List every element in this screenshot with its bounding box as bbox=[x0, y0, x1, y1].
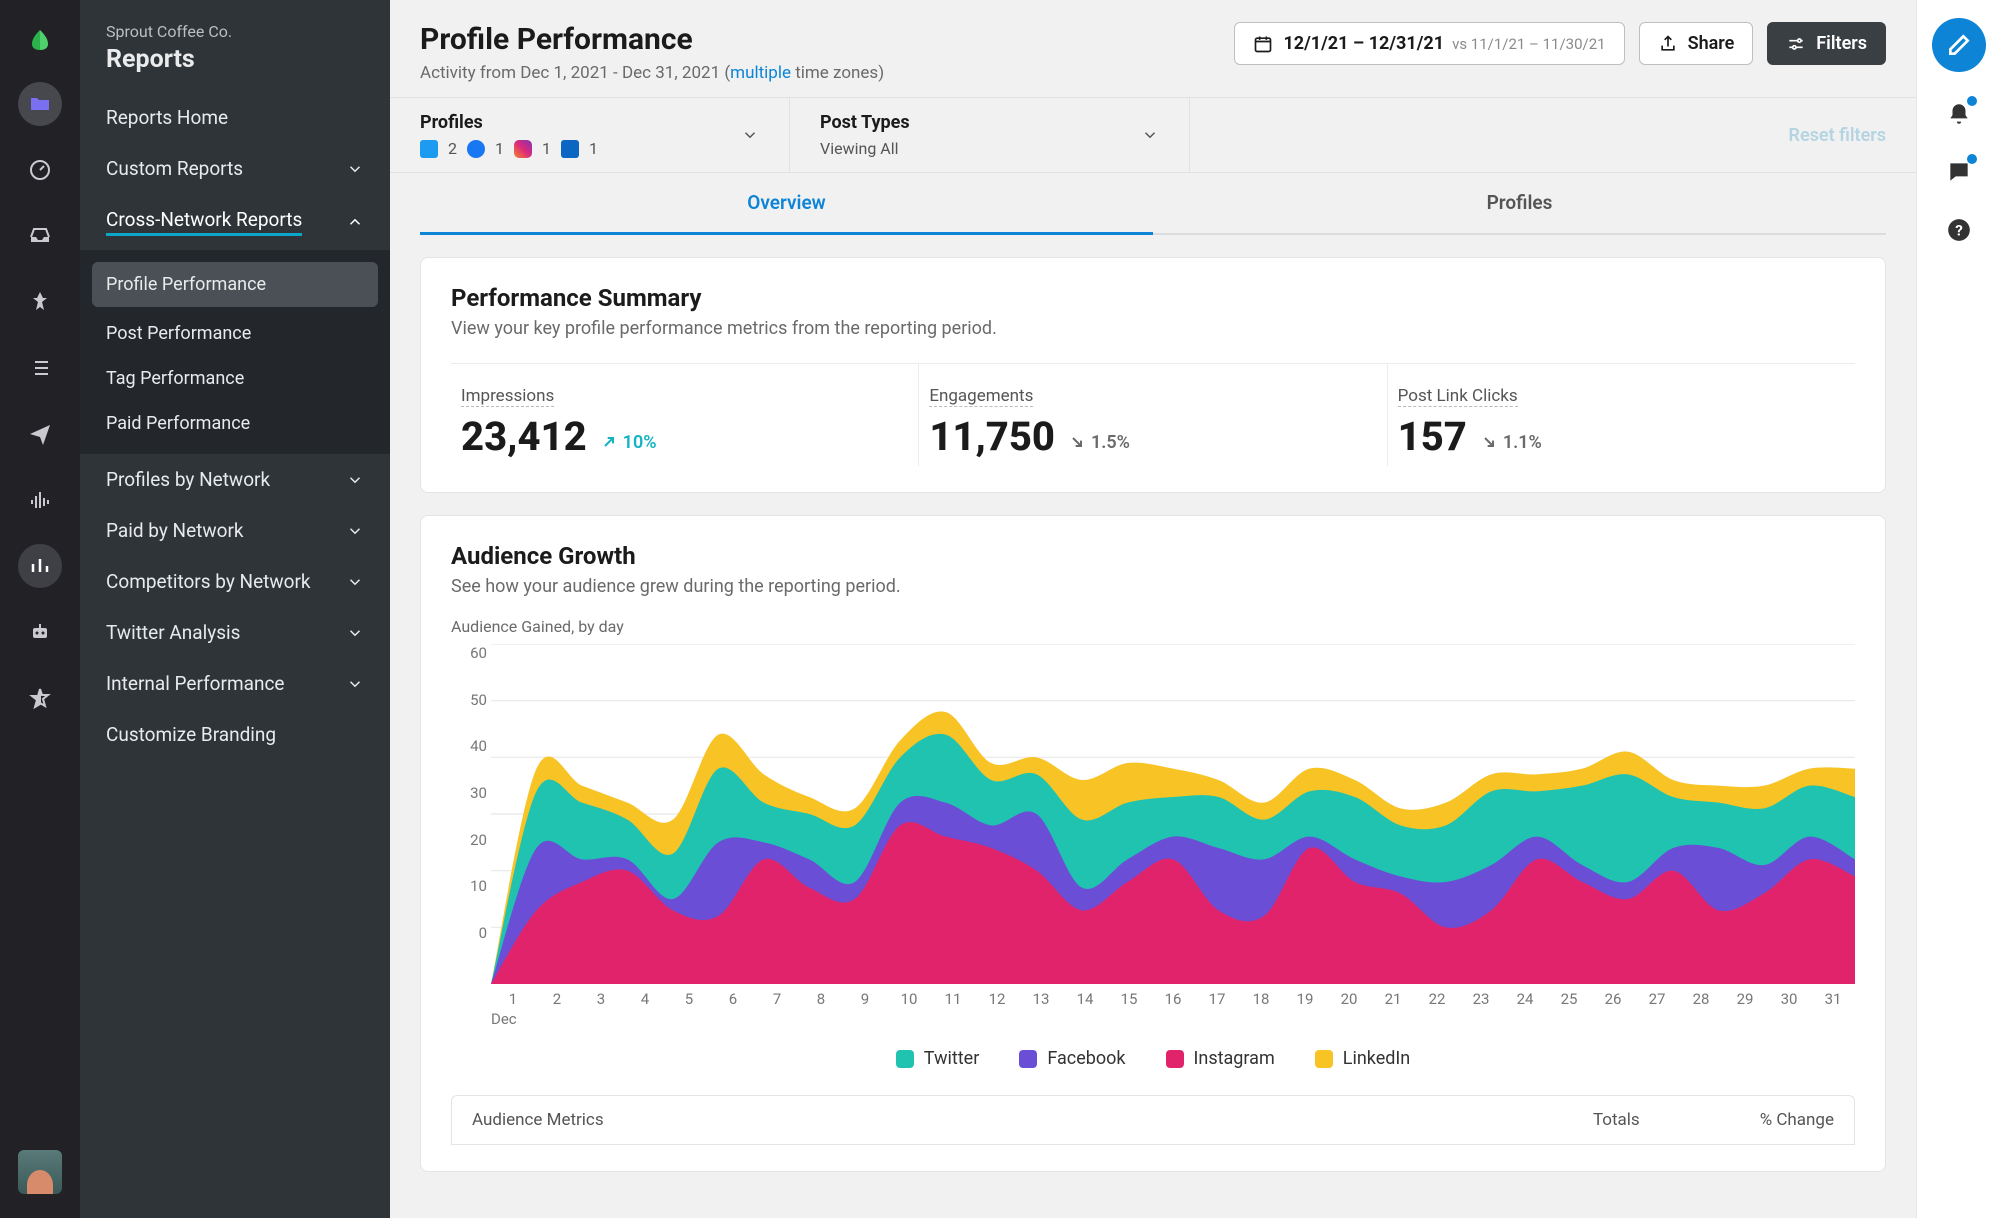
send-icon[interactable] bbox=[18, 412, 62, 456]
audience-growth-chart: 6050403020100 bbox=[491, 644, 1855, 984]
share-icon bbox=[1658, 34, 1678, 54]
sidebar-item-reports-home[interactable]: Reports Home bbox=[80, 92, 390, 143]
main: Profile Performance Activity from Dec 1,… bbox=[390, 0, 1916, 1218]
sidebar-item-internal-performance[interactable]: Internal Performance bbox=[80, 658, 390, 709]
reports-icon[interactable] bbox=[18, 544, 62, 588]
chart-subtitle: Audience Gained, by day bbox=[451, 617, 1855, 636]
reset-filters[interactable]: Reset filters bbox=[1759, 98, 1916, 172]
metric-impressions: Impressions 23,412 10% bbox=[451, 364, 919, 466]
inbox-icon[interactable] bbox=[18, 214, 62, 258]
compose-button[interactable] bbox=[1932, 18, 1986, 72]
performance-summary-card: Performance Summary View your key profil… bbox=[420, 257, 1886, 493]
chevron-down-icon bbox=[1141, 126, 1159, 144]
sidebar-item-profiles-by-network[interactable]: Profiles by Network bbox=[80, 454, 390, 505]
linkedin-icon bbox=[561, 140, 579, 158]
arrow-down-right-icon bbox=[1481, 434, 1497, 450]
right-rail: ? bbox=[1916, 0, 2000, 1218]
page-header: Profile Performance Activity from Dec 1,… bbox=[390, 0, 1916, 98]
metric-post-link-clicks: Post Link Clicks 157 1.1% bbox=[1388, 364, 1855, 466]
bot-icon[interactable] bbox=[18, 610, 62, 654]
filter-profiles[interactable]: Profiles 2 1 1 1 bbox=[390, 98, 790, 172]
filter-post-types[interactable]: Post Types Viewing All bbox=[790, 98, 1190, 172]
date-range-picker[interactable]: 12/1/21 – 12/31/21vs 11/1/21 – 11/30/21 bbox=[1234, 22, 1624, 65]
arrow-up-right-icon bbox=[601, 434, 617, 450]
sidebar-sub-paid-performance[interactable]: Paid Performance bbox=[80, 401, 390, 446]
facebook-icon bbox=[467, 140, 485, 158]
tabs: Overview Profiles bbox=[420, 173, 1886, 235]
filters-button[interactable]: Filters bbox=[1767, 22, 1886, 65]
nav-rail bbox=[0, 0, 80, 1218]
section-title: Reports bbox=[106, 45, 364, 74]
chevron-down-icon bbox=[741, 126, 759, 144]
sidebar-sub-tag-performance[interactable]: Tag Performance bbox=[80, 356, 390, 401]
folder-icon[interactable] bbox=[18, 82, 62, 126]
calendar-icon bbox=[1253, 34, 1273, 54]
chevron-up-icon bbox=[346, 213, 364, 231]
notifications-icon[interactable] bbox=[1943, 98, 1975, 130]
sprout-logo bbox=[20, 20, 60, 60]
star-half-icon[interactable] bbox=[18, 676, 62, 720]
arrow-down-right-icon bbox=[1069, 434, 1085, 450]
pencil-icon bbox=[1946, 32, 1972, 58]
user-avatar[interactable] bbox=[18, 1150, 62, 1194]
chevron-down-icon bbox=[346, 573, 364, 591]
tab-profiles[interactable]: Profiles bbox=[1153, 173, 1886, 233]
sidebar-sub-profile-performance[interactable]: Profile Performance bbox=[92, 262, 378, 307]
pin-icon[interactable] bbox=[18, 280, 62, 324]
sidebar-item-custom-reports[interactable]: Custom Reports bbox=[80, 143, 390, 194]
chevron-down-icon bbox=[346, 675, 364, 693]
page-title: Profile Performance bbox=[420, 22, 884, 57]
delta-down: 1.5% bbox=[1069, 432, 1130, 453]
help-icon[interactable]: ? bbox=[1943, 214, 1975, 246]
audience-table-header: Audience Metrics Totals% Change bbox=[451, 1095, 1855, 1145]
metric-engagements: Engagements 11,750 1.5% bbox=[919, 364, 1387, 466]
list-icon[interactable] bbox=[18, 346, 62, 390]
timezone-link[interactable]: multiple bbox=[730, 63, 791, 83]
sliders-icon bbox=[1786, 34, 1806, 54]
chevron-down-icon bbox=[346, 160, 364, 178]
sidebar-item-twitter-analysis[interactable]: Twitter Analysis bbox=[80, 607, 390, 658]
chevron-down-icon bbox=[346, 624, 364, 642]
twitter-icon bbox=[420, 140, 438, 158]
sidebar-sub-post-performance[interactable]: Post Performance bbox=[80, 311, 390, 356]
svg-text:?: ? bbox=[1955, 221, 1963, 239]
growth-title: Audience Growth bbox=[451, 542, 1855, 570]
chevron-down-icon bbox=[346, 471, 364, 489]
page-subtitle: Activity from Dec 1, 2021 - Dec 31, 2021… bbox=[420, 63, 884, 83]
summary-desc: View your key profile performance metric… bbox=[451, 318, 1855, 339]
sidebar-item-paid-by-network[interactable]: Paid by Network bbox=[80, 505, 390, 556]
filter-bar: Profiles 2 1 1 1 Post Types Viewing All bbox=[390, 98, 1916, 173]
delta-up: 10% bbox=[601, 432, 657, 453]
summary-title: Performance Summary bbox=[451, 284, 1855, 312]
share-button[interactable]: Share bbox=[1639, 22, 1754, 65]
org-name: Sprout Coffee Co. bbox=[106, 22, 364, 41]
gauge-icon[interactable] bbox=[18, 148, 62, 192]
feedback-icon[interactable] bbox=[1943, 156, 1975, 188]
sidebar-item-cross-network[interactable]: Cross-Network Reports bbox=[80, 194, 390, 250]
chart-legend: Twitter Facebook Instagram LinkedIn bbox=[451, 1048, 1855, 1069]
chevron-down-icon bbox=[346, 522, 364, 540]
sidebar-item-customize-branding[interactable]: Customize Branding bbox=[80, 709, 390, 760]
growth-desc: See how your audience grew during the re… bbox=[451, 576, 1855, 597]
pulse-icon[interactable] bbox=[18, 478, 62, 522]
sidebar: Sprout Coffee Co. Reports Reports Home C… bbox=[80, 0, 390, 1218]
instagram-icon bbox=[514, 140, 532, 158]
delta-down: 1.1% bbox=[1481, 432, 1542, 453]
audience-growth-card: Audience Growth See how your audience gr… bbox=[420, 515, 1886, 1172]
sidebar-subitems: Profile Performance Post Performance Tag… bbox=[80, 250, 390, 454]
sidebar-item-competitors-by-network[interactable]: Competitors by Network bbox=[80, 556, 390, 607]
tab-overview[interactable]: Overview bbox=[420, 173, 1153, 235]
